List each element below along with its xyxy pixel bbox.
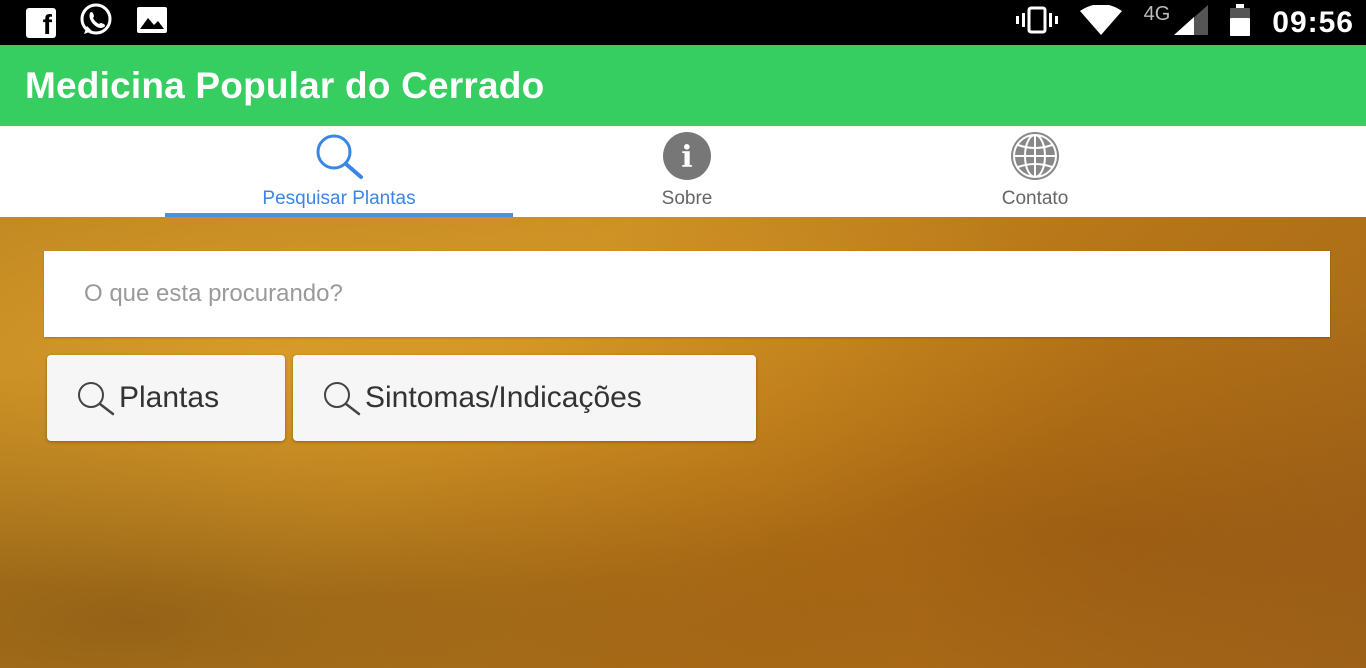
tab-label: Sobre	[661, 188, 713, 209]
whatsapp-icon	[78, 2, 114, 43]
globe-icon	[1004, 130, 1066, 182]
status-bar: 4G 09:56	[0, 0, 1366, 45]
gallery-icon	[136, 6, 168, 39]
tab-bar: Pesquisar Plantas i Sobre Contato	[0, 126, 1366, 217]
tab-contact[interactable]: Contato	[861, 126, 1209, 217]
cell-signal-icon	[1174, 5, 1209, 40]
tab-search-plants[interactable]: Pesquisar Plantas	[165, 126, 513, 217]
app-title: Medicina Popular do Cerrado	[25, 64, 545, 106]
info-icon: i	[656, 130, 718, 182]
search-input[interactable]	[44, 251, 1330, 337]
search-plants-button[interactable]: Plantas	[47, 355, 285, 441]
search-symptoms-label: Sintomas/Indicações	[365, 381, 642, 414]
search-plants-label: Plantas	[119, 381, 220, 414]
search-icon	[75, 376, 119, 420]
facebook-icon	[26, 7, 56, 41]
search-icon	[321, 376, 365, 420]
search-content: Plantas Sintomas/Indicações	[0, 217, 1366, 668]
tab-label: Pesquisar Plantas	[262, 188, 416, 209]
app-bar: Medicina Popular do Cerrado	[0, 45, 1366, 126]
tab-label: Contato	[1001, 188, 1069, 209]
search-icon	[309, 130, 369, 182]
battery-icon	[1230, 4, 1251, 41]
wifi-icon	[1079, 4, 1122, 40]
tab-about[interactable]: i Sobre	[513, 126, 861, 217]
network-type-label: 4G	[1143, 3, 1171, 25]
vibrate-icon	[1015, 6, 1058, 39]
clock: 09:56	[1272, 5, 1354, 39]
status-left-icons	[26, 2, 190, 43]
search-symptoms-button[interactable]: Sintomas/Indicações	[293, 355, 756, 441]
status-right-icons: 4G 09:56	[994, 3, 1354, 41]
svg-text:i: i	[681, 140, 692, 175]
